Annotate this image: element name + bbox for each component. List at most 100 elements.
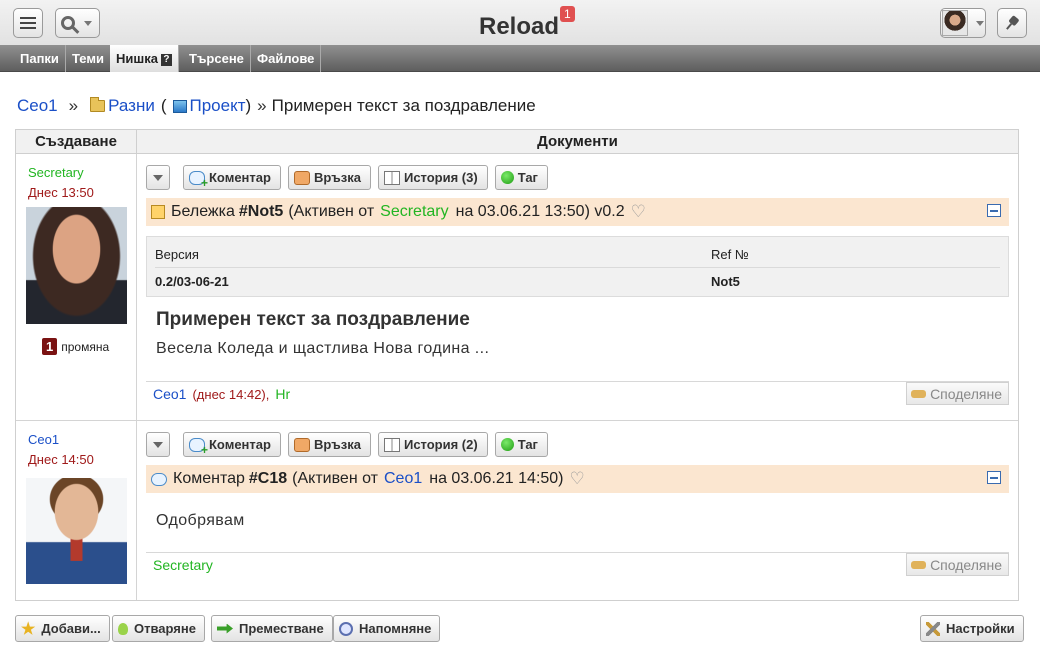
nav-bar: Папки Теми Нишка? Търсене Файлове — [0, 45, 1040, 72]
changes-counter[interactable]: 1 промяна — [42, 338, 109, 355]
history-button[interactable]: История (2) — [377, 432, 488, 457]
row-divider — [16, 420, 1018, 421]
entry-toolbar: Коментар Връзка История (2) Таг — [146, 432, 548, 457]
share-hand-icon — [911, 560, 927, 569]
footer-user-2[interactable]: Hr — [275, 386, 290, 402]
arrow-right-icon — [217, 623, 233, 634]
document-metadata: Версия Ref № 0.2/03-06-21 Not5 — [146, 236, 1009, 297]
comment-bubble-icon — [151, 472, 167, 486]
document-status-user[interactable]: Сео1 — [384, 470, 422, 488]
document-status-user[interactable]: Secretary — [380, 203, 448, 221]
search-button[interactable] — [55, 8, 100, 38]
remind-button-label: Напомняне — [359, 621, 432, 636]
document-status-suffix: на 03.06.21 13:50) v0.2 — [455, 203, 625, 220]
share-button-label: Споделяне — [930, 556, 1002, 573]
document-ref[interactable]: #Not5 — [239, 203, 283, 221]
green-dot-icon — [500, 171, 514, 184]
collapse-icon[interactable] — [987, 204, 1001, 217]
menu-icon — [20, 17, 36, 29]
document-title-bar: Бележка #Not5 (Активен от Secretary на 0… — [146, 198, 1009, 226]
tag-button[interactable]: Таг — [494, 165, 548, 190]
breadcrumb-project[interactable]: Проект — [190, 96, 246, 116]
actions-dropdown-button[interactable] — [146, 432, 170, 457]
breadcrumb-root[interactable]: Сео1 — [17, 96, 58, 116]
user-menu-button[interactable] — [940, 8, 986, 38]
notification-badge[interactable]: 1 — [560, 6, 575, 22]
entry-author[interactable]: Secretary — [28, 165, 84, 180]
remind-button[interactable]: Напомняне — [333, 615, 441, 642]
app-title[interactable]: Reload — [479, 13, 559, 41]
pin-button[interactable] — [997, 8, 1027, 38]
main-menu-button[interactable] — [13, 8, 43, 38]
add-comment-icon — [189, 170, 208, 190]
tab-search[interactable]: Търсене — [183, 45, 251, 72]
tab-thread-label: Нишка — [116, 51, 158, 66]
tab-topics[interactable]: Теми — [66, 45, 111, 72]
tab-files[interactable]: Файлове — [251, 45, 322, 72]
meta-value-ref: Not5 — [711, 273, 740, 289]
chevron-down-icon — [976, 20, 984, 26]
history-button[interactable]: История (3) — [377, 165, 488, 190]
settings-button-label: Настройки — [946, 621, 1015, 636]
history-book-icon — [383, 170, 400, 185]
note-icon — [151, 205, 165, 219]
breadcrumb-folder[interactable]: Разни — [108, 96, 155, 116]
heart-icon[interactable]: ♡ — [570, 469, 585, 489]
breadcrumb-separator: » — [257, 96, 267, 115]
open-button-label: Отваряне — [134, 621, 196, 636]
clock-icon — [339, 621, 353, 636]
chevron-down-icon — [153, 441, 163, 448]
actions-dropdown-button[interactable] — [146, 165, 170, 190]
breadcrumb-paren-open: ( — [160, 96, 167, 115]
add-button-label: Добави... — [41, 621, 101, 636]
comment-button[interactable]: Коментар — [183, 432, 281, 457]
chevron-down-icon — [84, 20, 92, 26]
changes-count-badge: 1 — [42, 338, 58, 355]
move-button[interactable]: Преместване — [211, 615, 333, 642]
search-icon — [61, 16, 75, 30]
document-status-prefix: (Активен от — [292, 470, 378, 487]
add-button[interactable]: ★ Добави... — [15, 615, 110, 642]
share-button[interactable]: Споделяне — [906, 553, 1009, 576]
pin-icon — [1004, 14, 1021, 31]
breadcrumb-separator: » — [68, 96, 79, 115]
document-kind: Бележка — [171, 203, 235, 220]
footer-user[interactable]: Сео1 — [153, 386, 186, 402]
meta-header-ref: Ref № — [711, 247, 749, 262]
column-divider — [136, 154, 137, 600]
document-footer: Secretary Споделяне — [146, 552, 1009, 577]
tab-folders[interactable]: Папки — [14, 45, 66, 72]
document-kind: Коментар — [173, 470, 245, 487]
chevron-down-icon — [153, 174, 163, 181]
help-icon[interactable]: ? — [160, 54, 172, 66]
entry-time: Днес 13:50 — [28, 185, 94, 200]
breadcrumb-paren-close: ) — [245, 96, 252, 115]
entry-toolbar: Коментар Връзка История (3) Таг — [146, 165, 548, 190]
tab-thread[interactable]: Нишка? — [110, 45, 179, 72]
comment-button[interactable]: Коментар — [183, 165, 281, 190]
history-button-label: История (2) — [403, 437, 478, 452]
tag-button-label: Таг — [517, 170, 538, 185]
collapse-icon[interactable] — [987, 471, 1001, 484]
footer-user[interactable]: Secretary — [153, 557, 213, 573]
history-book-icon — [383, 437, 400, 452]
share-button[interactable]: Споделяне — [906, 382, 1009, 405]
share-button-label: Споделяне — [930, 385, 1002, 402]
share-hand-icon — [911, 389, 927, 398]
document-title-bar: Коментар #C18 (Активен от Сео1 на 03.06.… — [146, 465, 1009, 493]
entry-time: Днес 14:50 — [28, 452, 94, 467]
open-button[interactable]: Отваряне — [112, 615, 205, 642]
author-photo[interactable] — [26, 207, 127, 324]
document-ref[interactable]: #C18 — [249, 470, 287, 488]
author-photo[interactable] — [26, 478, 127, 584]
link-button[interactable]: Връзка — [287, 165, 371, 190]
link-button[interactable]: Връзка — [287, 432, 371, 457]
entry-author[interactable]: Сео1 — [28, 432, 59, 447]
heart-icon[interactable]: ♡ — [631, 202, 646, 222]
document-footer: Сео1 (днес 14:42), Hr Споделяне — [146, 381, 1009, 406]
tag-button[interactable]: Таг — [494, 432, 548, 457]
top-bar: Reload 1 — [0, 0, 1040, 45]
comment-button-label: Коментар — [209, 170, 271, 185]
folder-icon — [90, 97, 106, 112]
settings-button[interactable]: Настройки — [920, 615, 1024, 642]
